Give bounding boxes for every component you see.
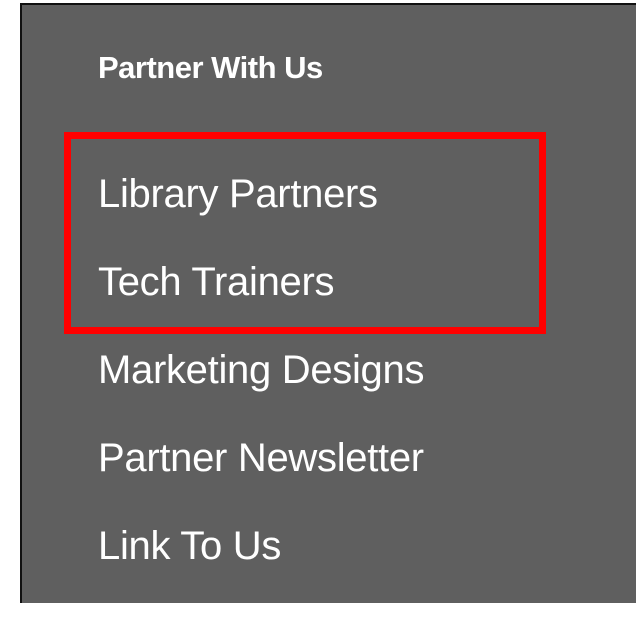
menu-link-library-partners[interactable]: Library Partners	[98, 169, 378, 219]
menu-link-link-to-us[interactable]: Link To Us	[98, 521, 281, 571]
menu-link-tech-trainers[interactable]: Tech Trainers	[98, 257, 335, 307]
menu-link-partner-newsletter[interactable]: Partner Newsletter	[98, 433, 424, 483]
menu-heading: Partner With Us	[98, 50, 323, 85]
partner-menu-panel: Partner With Us Library Partners Tech Tr…	[20, 3, 636, 603]
menu-link-marketing-designs[interactable]: Marketing Designs	[98, 345, 424, 395]
